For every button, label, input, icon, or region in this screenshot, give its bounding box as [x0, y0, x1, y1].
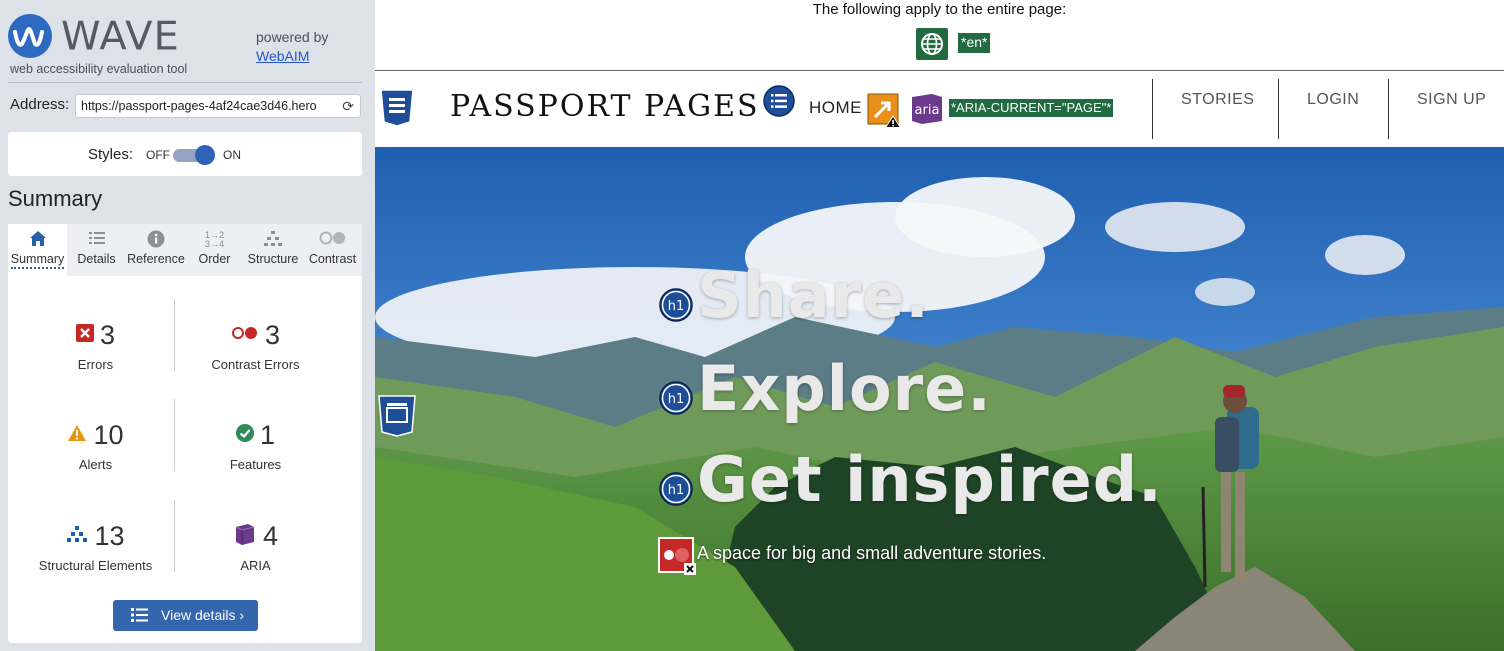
structural-label: Structural Elements: [38, 558, 153, 573]
features-count: 1: [259, 420, 276, 450]
summary-heading: Summary: [8, 186, 103, 211]
tab-structure[interactable]: Structure: [243, 224, 303, 276]
styles-toggle-panel: Styles: OFF ON: [8, 132, 362, 176]
site-header: PASSPORT PAGES HOME aria *ARIA-CURRENT="…: [375, 71, 1504, 147]
features-label: Features: [229, 457, 282, 472]
aria-label: ARIA: [240, 558, 271, 573]
tab-label: Reference: [127, 252, 185, 266]
divider: [1388, 79, 1389, 139]
styles-off-label: OFF: [146, 148, 170, 162]
contrast-error-icon[interactable]: [658, 537, 698, 577]
info-icon: [126, 224, 186, 252]
features-stat[interactable]: 1 Features: [173, 420, 338, 472]
styles-toggle[interactable]: [173, 145, 215, 165]
contrast-icon: [303, 224, 362, 252]
h1-badge-text: h1: [668, 392, 685, 407]
alert-icon: [67, 424, 87, 447]
tab-label: Contrast: [308, 252, 357, 266]
css-structure-icon[interactable]: [379, 89, 415, 132]
list-icon: [131, 607, 149, 626]
tab-label: Summary: [10, 252, 65, 269]
alerts-count: 10: [93, 420, 124, 450]
errors-count: 3: [99, 320, 116, 350]
nav-login-link[interactable]: LOGIN: [1307, 91, 1359, 109]
contrast-errors-count: 3: [264, 320, 281, 350]
hero-heading-share: Share.: [697, 259, 930, 332]
aria-badge-text: aria: [915, 103, 940, 118]
powered-by: powered by WebAIM: [256, 28, 328, 66]
errors-label: Errors: [77, 357, 114, 372]
hero-heading-explore: Explore.: [697, 352, 992, 425]
order-icon: 1→2 3→4: [204, 230, 224, 249]
navigation-list-icon[interactable]: [763, 85, 795, 122]
contrast-errors-label: Contrast Errors: [211, 357, 300, 372]
structural-stat[interactable]: 13 Structural Elements: [13, 521, 178, 573]
error-icon: [75, 324, 94, 347]
wave-tagline: web accessibility evaluation tool: [10, 62, 188, 76]
h1-heading-icon[interactable]: h1: [658, 471, 694, 507]
hero-subtitle: A space for big and small adventure stor…: [697, 543, 1047, 563]
tab-label: Structure: [247, 252, 299, 266]
aria-count: 4: [262, 521, 279, 551]
errors-stat[interactable]: 3 Errors: [13, 320, 178, 372]
aria-icon[interactable]: aria: [910, 93, 944, 130]
alerts-stat[interactable]: 10 Alerts: [13, 420, 178, 472]
styles-label: Styles:: [88, 146, 134, 163]
site-brand[interactable]: PASSPORT PAGES: [450, 89, 760, 124]
structure-icon: [66, 525, 88, 548]
powered-by-text: powered by: [256, 29, 329, 45]
view-details-label: View details ›: [161, 607, 245, 623]
nav-stories-link[interactable]: STORIES: [1181, 91, 1254, 109]
structure-icon: [243, 224, 303, 252]
feature-check-icon: [235, 424, 254, 447]
h1-badge-text: h1: [668, 483, 685, 498]
home-icon: [8, 224, 67, 252]
reload-icon[interactable]: ⟳: [342, 98, 354, 115]
webaim-link[interactable]: WebAIM: [256, 47, 328, 66]
language-tag[interactable]: *en*: [958, 33, 991, 53]
tab-bar: Summary Details Reference 1→23→4 Order: [8, 224, 362, 276]
divider: [1152, 79, 1153, 139]
h1-heading-icon[interactable]: h1: [658, 287, 694, 323]
tab-label: Order: [198, 252, 231, 266]
contrast-error-icon: [231, 326, 259, 345]
nav-home-link[interactable]: HOME: [809, 98, 862, 118]
styles-on-label: ON: [223, 148, 241, 162]
divider: [1278, 79, 1279, 139]
address-label: Address:: [10, 96, 70, 113]
structural-count: 13: [94, 521, 125, 551]
wave-logo-icon: [8, 14, 52, 58]
aria-current-tag[interactable]: *ARIA-CURRENT="PAGE"*: [949, 99, 1114, 117]
tab-label: Details: [77, 252, 116, 266]
address-input[interactable]: https://passport-pages-4af24cae3d46.hero…: [75, 94, 361, 118]
wave-logo-text: WAVE: [61, 14, 180, 60]
h1-heading-icon[interactable]: h1: [658, 380, 694, 416]
tab-contrast[interactable]: Contrast: [303, 224, 362, 276]
toggle-knob: [195, 145, 215, 165]
evaluated-page: The following apply to the entire page: …: [375, 0, 1504, 651]
view-details-button[interactable]: View details ›: [113, 600, 258, 631]
contrast-errors-stat[interactable]: 3 Contrast Errors: [173, 320, 338, 372]
summary-panel: Summary Details Reference 1→23→4 Order: [8, 224, 362, 643]
redundant-link-alert-icon[interactable]: [867, 93, 903, 134]
nav-signup-link[interactable]: SIGN UP: [1417, 91, 1486, 109]
h1-badge-text: h1: [668, 299, 685, 314]
tab-summary[interactable]: Summary: [8, 224, 67, 276]
address-value: https://passport-pages-4af24cae3d46.hero: [81, 99, 317, 113]
language-globe-icon[interactable]: [916, 28, 948, 60]
divider: [8, 82, 362, 83]
aria-cube-icon: [233, 522, 257, 551]
alerts-label: Alerts: [78, 457, 113, 472]
css-structure-icon[interactable]: [377, 395, 417, 437]
hero-heading-get-inspired: Get inspired.: [697, 443, 1163, 516]
tab-order[interactable]: 1→2 3→4 Order: [186, 224, 243, 276]
page-level-notice: The following apply to the entire page:: [812, 1, 1067, 18]
hero-section: h1 Share. h1 Explore. h1 Get inspired. A…: [375, 147, 1504, 651]
list-icon: [67, 224, 126, 252]
tab-reference[interactable]: Reference: [126, 224, 186, 276]
wave-sidebar: WAVE web accessibility evaluation tool p…: [0, 0, 375, 651]
aria-stat[interactable]: 4 ARIA: [173, 521, 338, 573]
tab-details[interactable]: Details: [67, 224, 126, 276]
wave-logo[interactable]: WAVE web accessibility evaluation tool: [8, 12, 248, 78]
